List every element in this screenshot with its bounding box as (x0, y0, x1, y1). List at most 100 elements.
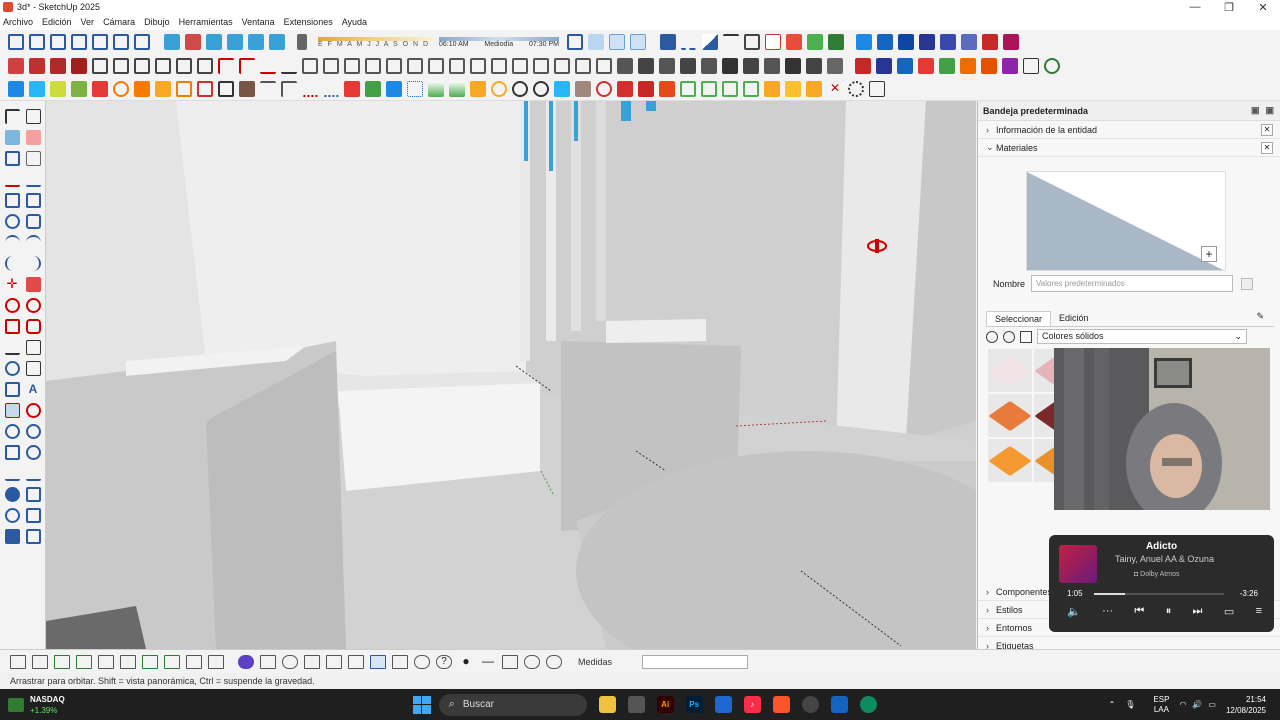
rectangle-tool-icon[interactable] (4, 193, 20, 208)
plugin-c-icon[interactable] (898, 34, 914, 50)
measurements-input[interactable] (642, 654, 749, 669)
point-icon[interactable]: ● (458, 655, 474, 669)
offset-tool-icon[interactable] (25, 319, 41, 334)
tool-11-icon[interactable] (218, 81, 234, 97)
tool-14-icon[interactable] (281, 81, 297, 97)
bottom-tool-10-icon[interactable] (208, 654, 224, 669)
camera-icon[interactable] (304, 654, 320, 669)
tool-26-icon[interactable] (533, 81, 549, 97)
rotated-rectangle-icon[interactable] (25, 193, 41, 208)
3d-text-icon[interactable]: A (26, 382, 41, 397)
previous-icon[interactable]: ⏮ (1134, 605, 1144, 618)
ext-43-icon[interactable] (897, 58, 913, 74)
zoom-window-icon[interactable] (25, 424, 41, 439)
material-swatch[interactable] (988, 439, 1032, 482)
text-tool-icon[interactable] (25, 361, 41, 376)
tool-25-icon[interactable] (512, 81, 528, 97)
taskbar-app-icon[interactable] (627, 696, 645, 713)
extension-f-icon[interactable] (828, 34, 844, 50)
tool-41-icon[interactable] (848, 81, 864, 97)
select-tool-icon[interactable] (4, 109, 20, 124)
front-view-icon[interactable] (50, 34, 66, 50)
ext-13-icon[interactable] (260, 58, 276, 74)
ext-5-icon[interactable] (92, 58, 108, 74)
tool-2-icon[interactable] (29, 81, 45, 97)
plugin-a-icon[interactable] (856, 34, 872, 50)
tool-36-icon[interactable] (743, 81, 759, 97)
language-indicator[interactable]: ESP LAA (1153, 695, 1169, 715)
zoom-tool-icon[interactable] (4, 424, 20, 439)
menu-ventana[interactable]: Ventana (242, 17, 275, 27)
pie-tool-icon[interactable] (26, 256, 41, 271)
tool-17-icon[interactable] (344, 81, 360, 97)
ext-17-icon[interactable] (344, 58, 360, 74)
shadows-toggle-icon[interactable] (297, 34, 307, 50)
tool-10-icon[interactable] (197, 81, 213, 97)
tool-4-icon[interactable] (71, 81, 87, 97)
close-button[interactable]: ✕ (1246, 1, 1280, 14)
bottom-tool-8-icon[interactable] (164, 654, 180, 669)
menu-archivo[interactable]: Archivo (3, 17, 33, 27)
library-select[interactable]: Colores sólidos ⌄ (1037, 329, 1247, 344)
tool-8-icon[interactable] (155, 81, 171, 97)
extension-e-icon[interactable] (807, 34, 823, 50)
material-swatch[interactable] (988, 349, 1032, 392)
menu-edicion[interactable]: Edición (42, 17, 72, 27)
ext-3-icon[interactable] (50, 58, 66, 74)
tool-39-icon[interactable] (806, 81, 822, 97)
ext-42-icon[interactable] (876, 58, 892, 74)
start-button[interactable] (412, 695, 431, 714)
tool-42-icon[interactable] (869, 81, 885, 97)
entity-info-panel[interactable]: › Información de la entidad ✕ (978, 121, 1280, 139)
ext-37-icon[interactable] (764, 58, 780, 74)
taskbar-search[interactable]: ⌕ Buscar (438, 693, 587, 716)
ext-49-icon[interactable] (1023, 58, 1039, 74)
plugin-d-icon[interactable] (919, 34, 935, 50)
textures-style-icon[interactable] (269, 34, 285, 50)
protractor-icon[interactable] (25, 340, 41, 355)
ext-39-icon[interactable] (806, 58, 822, 74)
ext-31-icon[interactable] (638, 58, 654, 74)
stairs-icon[interactable] (681, 34, 697, 50)
create-material-button[interactable]: + (1201, 246, 1217, 262)
back-view-icon[interactable] (92, 34, 108, 50)
panel-close-icon[interactable]: ✕ (1261, 123, 1273, 136)
tray-pin-icon[interactable]: ▣ (1251, 105, 1260, 116)
tool-6-icon[interactable] (113, 81, 129, 97)
battery-icon[interactable]: ▭ (1208, 700, 1216, 709)
top-view-icon[interactable] (29, 34, 45, 50)
tab-select[interactable]: Seleccionar (986, 311, 1052, 326)
shadow-date-slider[interactable]: E F M A M J J A S O N D (318, 36, 433, 48)
iso-view-icon[interactable] (8, 34, 24, 50)
follow-me-icon[interactable] (25, 298, 41, 313)
component-icon[interactable] (260, 654, 276, 669)
plugin-b-icon[interactable] (877, 34, 893, 50)
extension-a-icon[interactable] (723, 34, 739, 50)
polygon-tool-icon[interactable] (25, 214, 41, 229)
duplicate-material-icon[interactable] (1241, 277, 1254, 290)
pan-tool-icon[interactable] (25, 403, 41, 418)
tab-edit[interactable]: Edición (1051, 311, 1097, 326)
ext-30-icon[interactable] (617, 58, 633, 74)
bottom-tool-2-icon[interactable] (32, 654, 48, 669)
volume-icon[interactable]: 🔈 (1067, 605, 1081, 618)
material-swatch[interactable] (988, 394, 1032, 437)
ext-10-icon[interactable] (197, 58, 213, 74)
ext-8-icon[interactable] (155, 58, 171, 74)
microphone-icon[interactable]: 🎙 (1125, 700, 1135, 709)
materials-panel[interactable]: ⌄ Materiales ✕ (978, 139, 1280, 157)
chevron-up-icon[interactable]: ⌃ (1109, 700, 1116, 709)
plugin-f-icon[interactable] (961, 34, 977, 50)
tool-33-icon[interactable] (680, 81, 696, 97)
ext-44-icon[interactable] (918, 58, 934, 74)
tape-measure-icon[interactable] (4, 340, 20, 355)
layout-send-icon[interactable] (4, 529, 20, 544)
ext-38-icon[interactable] (785, 58, 801, 74)
bottom-tool-5-icon[interactable] (98, 654, 114, 669)
extension-c-icon[interactable] (765, 34, 781, 50)
ext-1-icon[interactable] (8, 58, 24, 74)
ext-11-icon[interactable] (218, 58, 234, 74)
menu-extensiones[interactable]: Extensiones (284, 17, 333, 27)
tool-18-icon[interactable] (365, 81, 381, 97)
sandbox-icon[interactable] (660, 34, 676, 50)
